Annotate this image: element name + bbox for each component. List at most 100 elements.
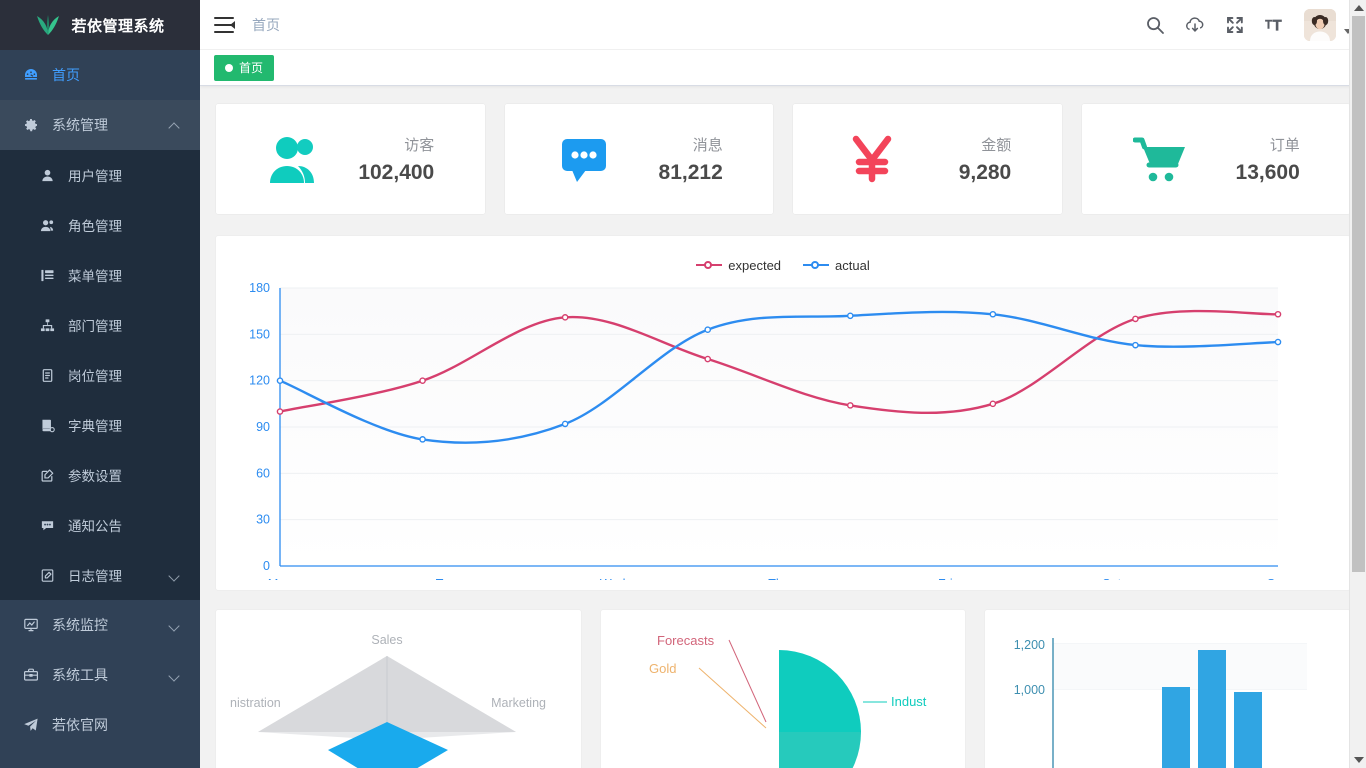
avatar[interactable]	[1304, 8, 1336, 41]
sidebar-item-label: 角色管理	[68, 219, 122, 234]
svg-text:Gold: Gold	[649, 661, 676, 676]
legend-item-expected[interactable]: expected	[696, 258, 781, 273]
sidebar-item-ruoyi-website[interactable]: 若依官网	[0, 700, 200, 750]
stat-card-label: 订单	[1269, 136, 1300, 154]
svg-text:Indust: Indust	[891, 694, 927, 709]
sidebar-item-label: 系统工具	[52, 667, 108, 683]
line-chart-legend: expected actual	[232, 250, 1334, 280]
user-icon	[36, 166, 58, 184]
fullscreen-icon[interactable]	[1224, 14, 1246, 36]
navbar-right-tools	[1144, 8, 1352, 41]
people-icon	[266, 130, 324, 188]
message-icon	[555, 130, 613, 188]
sidebar-item-post-management[interactable]: 岗位管理	[0, 350, 200, 400]
legend-label: actual	[835, 257, 870, 273]
stat-card-text: 消息 81,212	[639, 134, 723, 185]
legend-item-actual[interactable]: actual	[803, 258, 870, 273]
stat-card-amount[interactable]: 金额 9,280	[793, 104, 1062, 214]
sidebar-item-param-settings[interactable]: 参数设置	[0, 450, 200, 500]
gear-icon	[20, 116, 42, 134]
stat-card-value: 13,600	[1235, 160, 1300, 184]
bottom-chart-row: Sales nistration Marketing Forecasts Gol…	[216, 610, 1351, 768]
chevron-up-icon	[170, 120, 180, 130]
dashboard-content: 访客 102,400 消息 81,212 金额 9,280 订单 13,600 …	[200, 86, 1366, 768]
sidebar-item-label: 系统监控	[52, 617, 108, 633]
hamburger-icon[interactable]	[214, 16, 235, 33]
sidebar-item-role-management[interactable]: 角色管理	[0, 200, 200, 250]
scroll-up-arrow-icon[interactable]	[1354, 5, 1364, 11]
legend-glyph-actual	[803, 259, 830, 271]
stat-card-orders[interactable]: 订单 13,600	[1081, 104, 1350, 214]
svg-text:30: 30	[256, 513, 270, 527]
stat-card-messages[interactable]: 消息 81,212	[504, 104, 773, 214]
scroll-down-arrow-icon[interactable]	[1354, 757, 1364, 763]
cloud-download-icon[interactable]	[1184, 14, 1206, 36]
stat-card-label: 访客	[404, 136, 435, 154]
sidebar-item-system-monitor[interactable]: 系统监控	[0, 600, 200, 650]
stat-card-label: 消息	[692, 136, 723, 154]
stat-card-text: 金额 9,280	[927, 134, 1012, 185]
sidebar-item-label: 部门管理	[68, 319, 122, 334]
pie-chart-panel[interactable]: Forecasts Gold Indust	[600, 610, 966, 768]
sidebar-logo[interactable]: 若依管理系统	[0, 0, 200, 50]
svg-text:180: 180	[249, 281, 270, 295]
scrollbar-thumb[interactable]	[1352, 16, 1365, 572]
breadcrumb[interactable]: 首页	[252, 15, 280, 35]
sidebar-item-user-management[interactable]: 用户管理	[0, 150, 200, 200]
svg-text:Fri: Fri	[938, 577, 953, 580]
sidebar-logo-title: 若依管理系统	[71, 17, 165, 35]
sidebar-item-label: 参数设置	[68, 469, 122, 484]
svg-text:nistration: nistration	[230, 696, 281, 710]
yen-icon	[843, 130, 901, 188]
svg-text:1,000: 1,000	[1014, 683, 1045, 697]
app-root: 若依管理系统 首页 系统管理 用户管理 角色管理 菜单管理 部门管理 岗位管理 …	[0, 0, 1366, 768]
page-scrollbar[interactable]	[1349, 0, 1366, 768]
sidebar-item-log-management[interactable]: 日志管理	[0, 550, 200, 600]
top-navbar: 首页	[200, 0, 1366, 50]
list-icon	[36, 266, 58, 284]
sidebar: 若依管理系统 首页 系统管理 用户管理 角色管理 菜单管理 部门管理 岗位管理 …	[0, 0, 200, 768]
sidebar-item-dict-management[interactable]: 字典管理	[0, 400, 200, 450]
font-size-icon[interactable]	[1264, 14, 1286, 36]
svg-text:Sat: Sat	[1102, 577, 1121, 580]
sidebar-item-notice[interactable]: 通知公告	[0, 500, 200, 550]
svg-text:Forecasts: Forecasts	[657, 633, 715, 648]
sidebar-item-system-tools[interactable]: 系统工具	[0, 650, 200, 700]
chevron-down-icon	[170, 620, 180, 630]
stat-card-text: 访客 102,400	[350, 134, 434, 185]
sidebar-item-menu-management[interactable]: 菜单管理	[0, 250, 200, 300]
svg-text:Marketing: Marketing	[491, 696, 546, 710]
sidebar-item-label: 岗位管理	[68, 369, 122, 384]
bar-chart-panel[interactable]: 1,200 1,000	[985, 610, 1351, 768]
sidebar-item-label: 菜单管理	[68, 269, 122, 284]
sidebar-item-label: 日志管理	[68, 569, 122, 584]
shopping-cart-icon	[1132, 130, 1190, 188]
main-area: 首页 首页 访客 102,400 消息 81,212 金额 9,280 订单 1…	[200, 0, 1366, 768]
stat-card-label: 金额	[981, 136, 1012, 154]
sidebar-item-home[interactable]: 首页	[0, 50, 200, 100]
sidebar-item-label: 若依官网	[52, 717, 108, 733]
svg-text:Mon: Mon	[268, 577, 292, 580]
stat-card-value: 102,400	[358, 160, 435, 184]
stat-card-visitors[interactable]: 访客 102,400	[216, 104, 485, 214]
svg-text:120: 120	[249, 374, 270, 388]
svg-text:90: 90	[256, 420, 270, 434]
sidebar-item-label: 字典管理	[68, 419, 122, 434]
sidebar-submenu-system: 用户管理 角色管理 菜单管理 部门管理 岗位管理 字典管理 参数设置 通知公告 …	[0, 150, 200, 600]
svg-text:Sales: Sales	[371, 633, 402, 647]
edit-square-icon	[36, 466, 58, 484]
line-chart-canvas[interactable]: 0 30 60 90 120 150 180 Mon Tue Wed Thu Fri Sat Sun	[232, 280, 1334, 580]
dashboard-icon	[20, 66, 42, 84]
tags-view-bar: 首页	[200, 50, 1366, 86]
log-icon	[36, 566, 58, 584]
sidebar-item-dept-management[interactable]: 部门管理	[0, 300, 200, 350]
svg-text:60: 60	[256, 466, 270, 480]
sidebar-menu: 首页 系统管理 用户管理 角色管理 菜单管理 部门管理 岗位管理 字典管理 参数…	[0, 50, 200, 750]
search-icon[interactable]	[1144, 14, 1166, 36]
book-icon	[36, 416, 58, 434]
tag-item-home[interactable]: 首页	[214, 54, 275, 81]
toolbox-icon	[20, 666, 42, 684]
radar-chart-panel[interactable]: Sales nistration Marketing	[216, 610, 581, 768]
sidebar-item-system-management[interactable]: 系统管理	[0, 100, 200, 150]
sidebar-item-label: 首页	[52, 67, 80, 83]
